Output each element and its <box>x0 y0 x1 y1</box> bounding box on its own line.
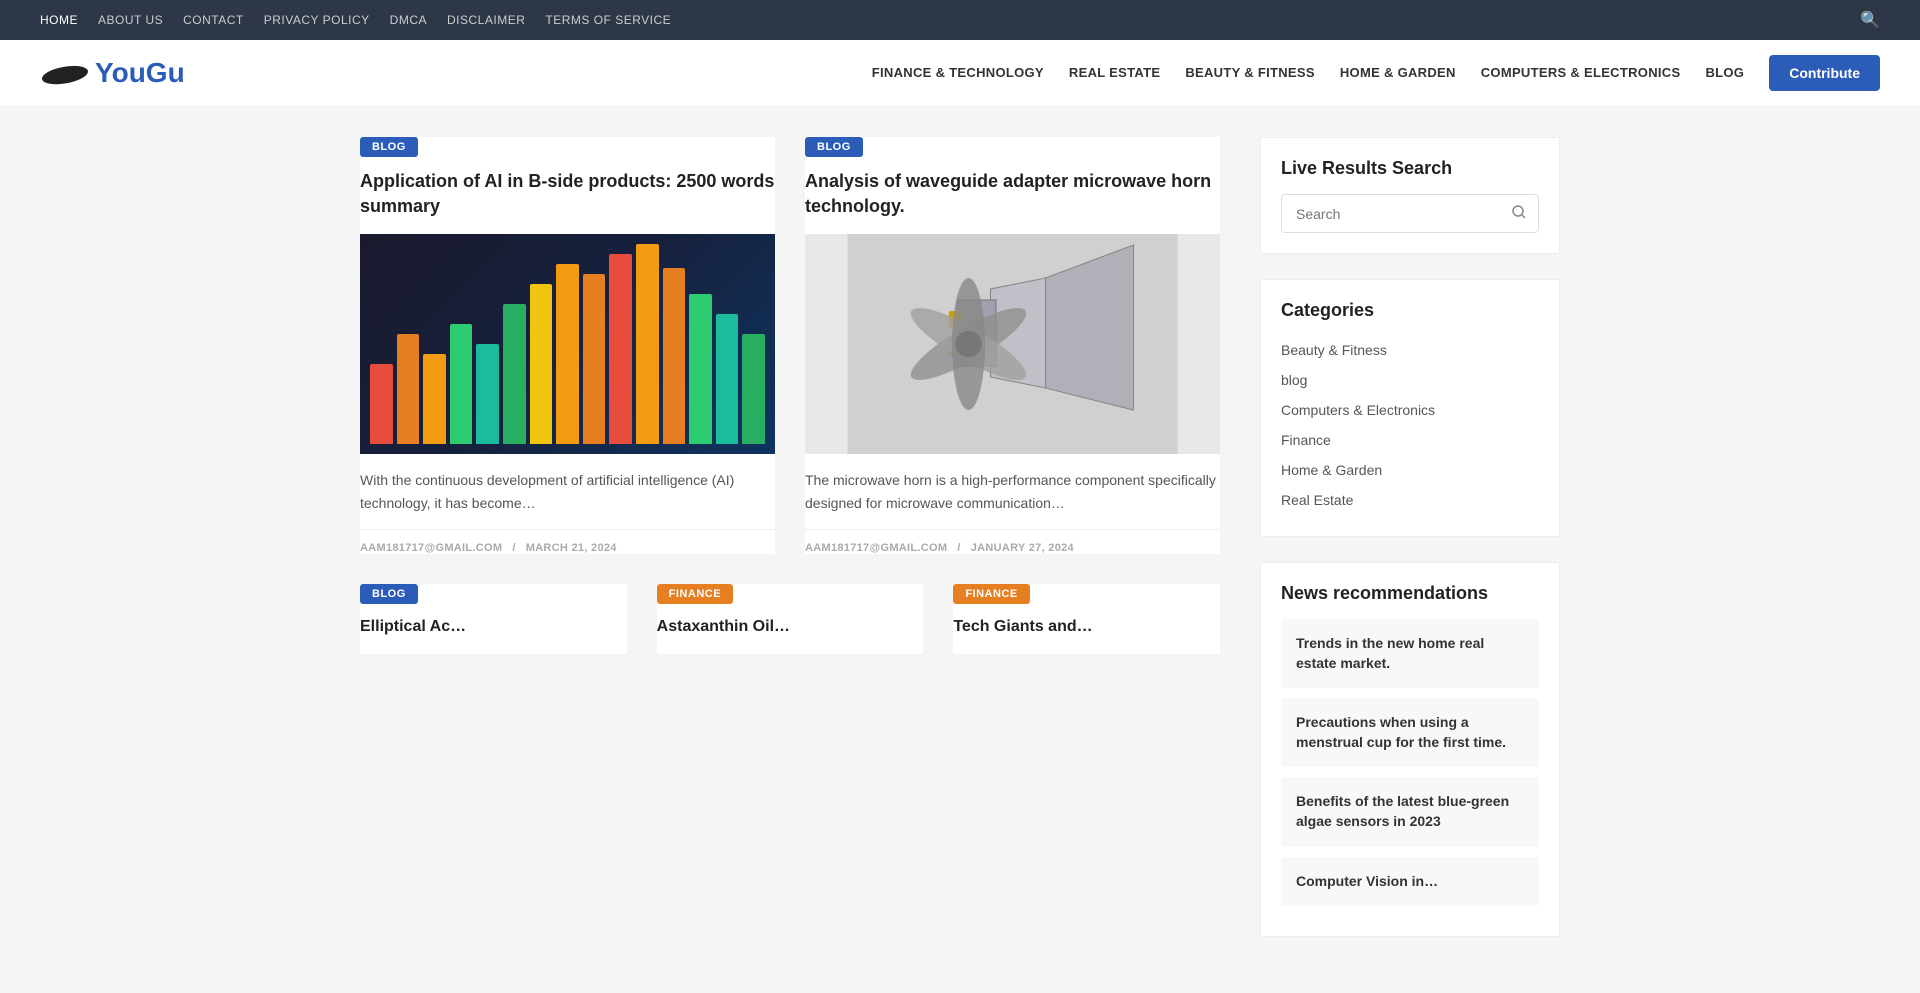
category-item-0: Beauty & Fitness <box>1281 336 1539 366</box>
article-meta-2: AAM181717@GMAIL.COM / JANUARY 27, 2024 <box>805 529 1220 554</box>
article-badge-5: FINANCE <box>953 584 1029 604</box>
article-badge-4: FINANCE <box>657 584 733 604</box>
category-link-0[interactable]: Beauty & Fitness <box>1281 342 1387 358</box>
nav-home-garden[interactable]: HOME & GARDEN <box>1340 65 1456 80</box>
waveguide-svg <box>805 234 1220 454</box>
main-header: YouGu FINANCE & TECHNOLOGY REAL ESTATE B… <box>0 40 1920 107</box>
nav-terms[interactable]: TERMS OF SERVICE <box>545 13 671 27</box>
main-nav-list: FINANCE & TECHNOLOGY REAL ESTATE BEAUTY … <box>872 55 1880 91</box>
news-rec-1[interactable]: Precautions when using a menstrual cup f… <box>1281 698 1539 767</box>
nav-blog[interactable]: BLOG <box>1705 65 1744 80</box>
article-image-1 <box>360 234 775 454</box>
nav-about[interactable]: ABOUT US <box>98 13 163 27</box>
article-card-1: BLOG Application of AI in B-side product… <box>360 137 775 554</box>
nav-disclaimer[interactable]: DISCLAIMER <box>447 13 525 27</box>
news-rec-2[interactable]: Benefits of the latest blue-green algae … <box>1281 777 1539 846</box>
article-title-3[interactable]: Elliptical Ac… <box>360 616 627 638</box>
article-card-4: FINANCE Astaxanthin Oil… <box>657 584 924 653</box>
article-author-1: AAM181717@GMAIL.COM <box>360 542 502 554</box>
main-navigation: FINANCE & TECHNOLOGY REAL ESTATE BEAUTY … <box>872 55 1880 91</box>
articles-grid-top: BLOG Application of AI in B-side product… <box>360 137 1220 554</box>
article-badge-1: BLOG <box>360 137 418 157</box>
contribute-button[interactable]: Contribute <box>1769 55 1880 91</box>
article-separator-2: / <box>957 542 960 554</box>
article-image-2 <box>805 234 1220 454</box>
category-link-3[interactable]: Finance <box>1281 432 1331 448</box>
nav-real-estate[interactable]: REAL ESTATE <box>1069 65 1160 80</box>
category-item-1: blog <box>1281 366 1539 396</box>
top-search-icon[interactable]: 🔍 <box>1860 10 1880 30</box>
news-rec-title-2: Benefits of the latest blue-green algae … <box>1296 792 1524 831</box>
category-item-2: Computers & Electronics <box>1281 396 1539 426</box>
category-item-4: Home & Garden <box>1281 456 1539 486</box>
article-title-1[interactable]: Application of AI in B-side products: 25… <box>360 169 775 219</box>
search-input[interactable] <box>1282 196 1500 232</box>
sidebar-categories-title: Categories <box>1281 300 1539 321</box>
nav-dmca[interactable]: DMCA <box>390 13 427 27</box>
search-icon <box>1512 205 1526 219</box>
articles-main: BLOG Application of AI in B-side product… <box>360 137 1220 962</box>
article-separator-1: / <box>512 542 515 554</box>
sidebar: Live Results Search Categories Beauty & … <box>1260 137 1560 962</box>
category-item-3: Finance <box>1281 426 1539 456</box>
article-date-2: JANUARY 27, 2024 <box>971 542 1074 554</box>
news-rec-title-0: Trends in the new home real estate marke… <box>1296 634 1524 673</box>
category-link-1[interactable]: blog <box>1281 372 1307 388</box>
category-item-5: Real Estate <box>1281 486 1539 516</box>
search-button[interactable] <box>1500 195 1538 232</box>
search-box <box>1281 194 1539 233</box>
articles-grid-bottom: BLOG Elliptical Ac… FINANCE Astaxanthin … <box>360 584 1220 653</box>
sidebar-news-title: News recommendations <box>1281 583 1539 604</box>
category-link-5[interactable]: Real Estate <box>1281 492 1353 508</box>
article-badge-3: BLOG <box>360 584 418 604</box>
sidebar-search-section: Live Results Search <box>1260 137 1560 254</box>
article-title-4[interactable]: Astaxanthin Oil… <box>657 616 924 638</box>
categories-list: Beauty & Fitness blog Computers & Electr… <box>1281 336 1539 516</box>
article-title-5[interactable]: Tech Giants and… <box>953 616 1220 638</box>
nav-beauty-fitness[interactable]: BEAUTY & FITNESS <box>1185 65 1315 80</box>
top-navigation: HOME ABOUT US CONTACT PRIVACY POLICY DMC… <box>0 0 1920 40</box>
nav-computers[interactable]: COMPUTERS & ELECTRONICS <box>1481 65 1681 80</box>
article-card-2: BLOG Analysis of waveguide adapter micro… <box>805 137 1220 554</box>
article-card-5: FINANCE Tech Giants and… <box>953 584 1220 653</box>
logo-text: YouGu <box>95 57 185 89</box>
article-excerpt-1: With the continuous development of artif… <box>360 469 775 514</box>
sidebar-categories-section: Categories Beauty & Fitness blog Compute… <box>1260 279 1560 537</box>
logo-icon <box>40 58 90 88</box>
article-title-2[interactable]: Analysis of waveguide adapter microwave … <box>805 169 1220 219</box>
article-badge-2: BLOG <box>805 137 863 157</box>
nav-contact[interactable]: CONTACT <box>183 13 244 27</box>
nav-privacy[interactable]: PRIVACY POLICY <box>264 13 370 27</box>
sidebar-search-title: Live Results Search <box>1281 158 1539 179</box>
category-link-2[interactable]: Computers & Electronics <box>1281 402 1435 418</box>
article-author-2: AAM181717@GMAIL.COM <box>805 542 947 554</box>
page-content: BLOG Application of AI in B-side product… <box>320 137 1600 962</box>
sidebar-news-section: News recommendations Trends in the new h… <box>1260 562 1560 937</box>
nav-home[interactable]: HOME <box>40 13 78 27</box>
article-date-1: MARCH 21, 2024 <box>526 542 617 554</box>
top-nav-links: HOME ABOUT US CONTACT PRIVACY POLICY DMC… <box>40 11 671 29</box>
article-meta-1: AAM181717@GMAIL.COM / MARCH 21, 2024 <box>360 529 775 554</box>
news-rec-title-3: Computer Vision in… <box>1296 872 1524 892</box>
news-rec-3[interactable]: Computer Vision in… <box>1281 857 1539 907</box>
nav-finance-tech[interactable]: FINANCE & TECHNOLOGY <box>872 65 1044 80</box>
article-excerpt-2: The microwave horn is a high-performance… <box>805 469 1220 514</box>
article-card-3: BLOG Elliptical Ac… <box>360 584 627 653</box>
news-rec-title-1: Precautions when using a menstrual cup f… <box>1296 713 1524 752</box>
news-rec-0[interactable]: Trends in the new home real estate marke… <box>1281 619 1539 688</box>
category-link-4[interactable]: Home & Garden <box>1281 462 1382 478</box>
logo[interactable]: YouGu <box>40 57 185 89</box>
